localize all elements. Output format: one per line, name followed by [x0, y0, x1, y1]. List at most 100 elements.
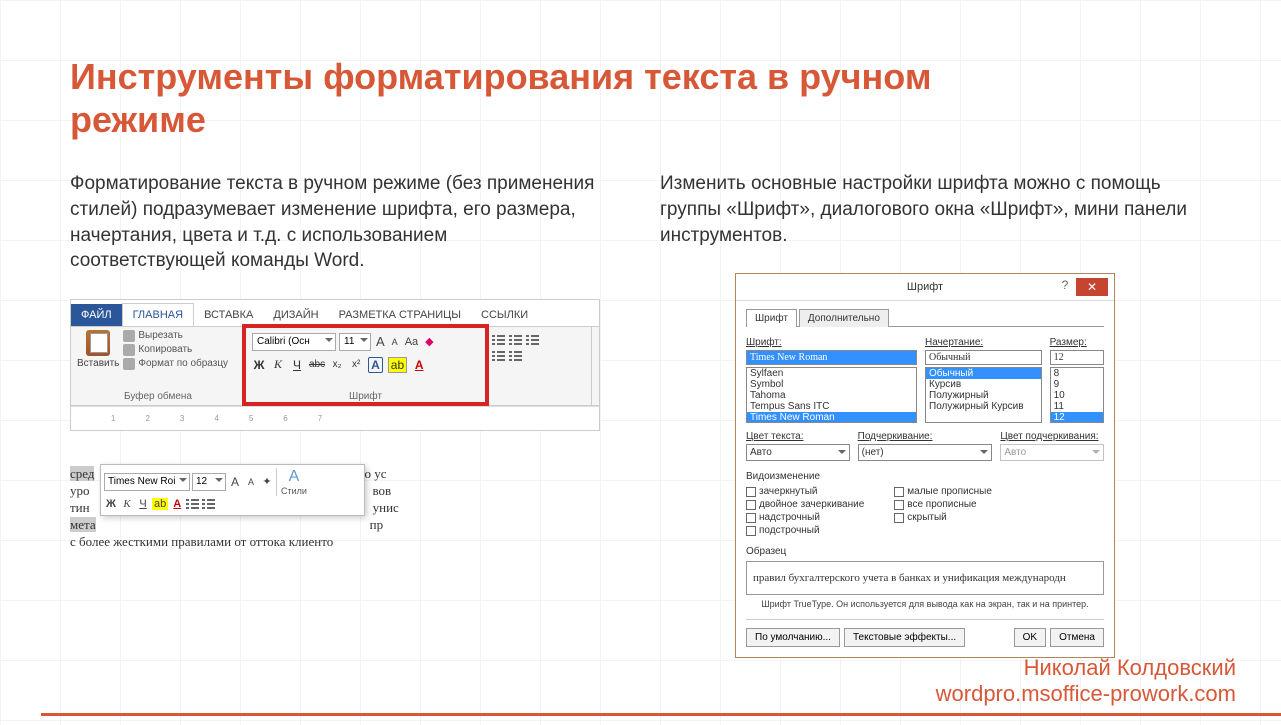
clear-format-button[interactable]: ◆ [423, 335, 435, 348]
ribbon-tab-home[interactable]: ГЛАВНАЯ [122, 303, 194, 326]
mini-painter-icon[interactable]: ✦ [260, 475, 274, 488]
font-group: Calibri (Осн 11 A A Aa ◆ Ж К Ч [246, 327, 486, 405]
style-input[interactable]: Обычный [925, 350, 1042, 365]
clipboard-group: Вставить Вырезать Копировать Формат по о… [71, 327, 246, 405]
mini-font-select[interactable]: Times New Roi [104, 473, 190, 491]
preview-label: Образец [746, 546, 1104, 557]
strike-button[interactable]: abc [309, 359, 325, 370]
paste-button[interactable]: Вставить [77, 330, 119, 370]
chk-dstrike[interactable]: двойное зачеркивание [746, 499, 864, 510]
format-painter-button[interactable]: Формат по образцу [123, 358, 228, 370]
ribbon-tab-insert[interactable]: ВСТАВКА [194, 304, 263, 326]
italic-button[interactable]: К [271, 357, 285, 372]
mini-italic[interactable]: К [120, 498, 134, 510]
text-effects-button[interactable]: Текстовые эффекты... [844, 628, 965, 647]
slide-title: Инструменты форматирования текста в ручн… [70, 55, 970, 141]
left-paragraph: Форматирование текста в ручном режиме (б… [70, 171, 600, 274]
scissors-icon [123, 330, 135, 342]
footer: Николай Колдовский wordpro.msoffice-prow… [936, 655, 1236, 707]
superscript-button[interactable]: x² [349, 359, 363, 370]
subscript-button[interactable]: x₂ [330, 359, 344, 370]
font-list[interactable]: Sylfaen Symbol Tahoma Tempus Sans ITC Ti… [746, 367, 917, 423]
chk-allcaps[interactable]: все прописные [894, 499, 992, 510]
chk-sub[interactable]: подстрочный [746, 525, 864, 536]
dialog-title: Шрифт [907, 281, 943, 293]
font-color-button[interactable]: A [412, 358, 426, 372]
font-size-select[interactable]: 11 [339, 333, 371, 351]
shrink-font-button[interactable]: A [390, 337, 400, 347]
tab-advanced[interactable]: Дополнительно [799, 309, 889, 327]
multilevel-icon[interactable] [526, 334, 540, 346]
mini-bullets[interactable] [186, 498, 200, 510]
chk-super[interactable]: надстрочный [746, 512, 864, 523]
chk-strike[interactable]: зачеркнутый [746, 486, 864, 497]
font-dialog: Шрифт ? ✕ Шрифт Дополнительно [735, 273, 1115, 658]
grow-font-button[interactable]: A [374, 334, 387, 349]
ribbon-tab-refs[interactable]: ССЫЛКИ [471, 304, 538, 326]
size-list[interactable]: 8 9 10 11 12 [1050, 367, 1104, 423]
font-name-select[interactable]: Calibri (Осн [252, 333, 336, 351]
chk-smallcaps[interactable]: малые прописные [894, 486, 992, 497]
mini-bold[interactable]: Ж [104, 498, 118, 510]
right-paragraph: Изменить основные настройки шрифта можно… [660, 171, 1190, 248]
ok-button[interactable]: OK [1014, 628, 1046, 647]
underline-color-label: Цвет подчеркивания: [1000, 431, 1104, 442]
mini-underline[interactable]: Ч [136, 498, 150, 510]
tab-font[interactable]: Шрифт [746, 309, 797, 327]
mini-toolbar-screenshot: средо ус уровов тинунис метапр с более ж… [70, 466, 470, 550]
font-input[interactable]: Times New Roman [746, 350, 917, 365]
highlight-button[interactable]: ab [388, 357, 407, 373]
align-left-icon[interactable] [492, 350, 506, 362]
mini-styles-button[interactable]: A Стили [276, 468, 307, 496]
paste-icon [86, 330, 110, 356]
numbering-icon[interactable] [509, 334, 523, 346]
bold-button[interactable]: Ж [252, 358, 266, 372]
mini-shrink-icon[interactable]: A [244, 477, 258, 487]
help-button[interactable]: ? [1054, 278, 1076, 296]
mini-size-select[interactable]: 12 [192, 473, 226, 491]
close-button[interactable]: ✕ [1076, 278, 1108, 296]
cancel-button[interactable]: Отмена [1050, 628, 1104, 647]
style-label: Начертание: [925, 337, 1042, 348]
preview-hint: Шрифт TrueType. Он используется для выво… [746, 599, 1104, 609]
styles-icon: A [289, 468, 300, 486]
align-center-icon[interactable] [509, 350, 523, 362]
effects-label: Видоизменение [746, 471, 1104, 482]
author-url: wordpro.msoffice-prowork.com [936, 681, 1236, 707]
style-list[interactable]: Обычный Курсив Полужирный Полужирный Кур… [925, 367, 1042, 423]
underline-button[interactable]: Ч [290, 358, 304, 372]
mini-toolbar: Times New Roi 12 A A ✦ A Стили Ж [100, 464, 365, 516]
ribbon-tab-design[interactable]: ДИЗАЙН [263, 304, 328, 326]
mini-numbering[interactable] [202, 498, 216, 510]
underline-label: Подчеркивание: [858, 431, 993, 442]
mini-color[interactable]: A [170, 498, 184, 510]
mini-highlight[interactable]: ab [152, 498, 168, 510]
clipboard-label: Буфер обмена [77, 391, 239, 402]
ribbon-screenshot: ФАЙЛ ГЛАВНАЯ ВСТАВКА ДИЗАЙН РАЗМЕТКА СТР… [70, 299, 600, 431]
preview-box: правил бухгалтерского учета в банках и у… [746, 561, 1104, 595]
ribbon-tab-layout[interactable]: РАЗМЕТКА СТРАНИЦЫ [329, 304, 471, 326]
chk-hidden[interactable]: скрытый [894, 512, 992, 523]
default-button[interactable]: По умолчанию... [746, 628, 840, 647]
ruler: 1234567 [71, 406, 599, 430]
bullets-icon[interactable] [492, 334, 506, 346]
text-effects-button[interactable]: A [368, 357, 383, 373]
brush-icon [123, 358, 135, 370]
color-select[interactable]: Авто [746, 444, 850, 461]
size-input[interactable]: 12 [1050, 350, 1104, 365]
font-label: Шрифт: [746, 337, 917, 348]
copy-button[interactable]: Копировать [123, 344, 228, 356]
change-case-button[interactable]: Aa [403, 336, 420, 348]
ribbon-tab-file[interactable]: ФАЙЛ [71, 304, 122, 326]
mini-grow-icon[interactable]: A [228, 475, 242, 489]
underline-color-select[interactable]: Авто [1000, 444, 1104, 461]
underline-select[interactable]: (нет) [858, 444, 993, 461]
copy-icon [123, 344, 135, 356]
size-label: Размер: [1050, 337, 1104, 348]
accent-line [41, 713, 1281, 716]
cut-button[interactable]: Вырезать [123, 330, 228, 342]
paragraph-group [486, 327, 592, 405]
color-label: Цвет текста: [746, 431, 850, 442]
font-group-label: Шрифт [252, 391, 479, 402]
author-name: Николай Колдовский [936, 655, 1236, 681]
